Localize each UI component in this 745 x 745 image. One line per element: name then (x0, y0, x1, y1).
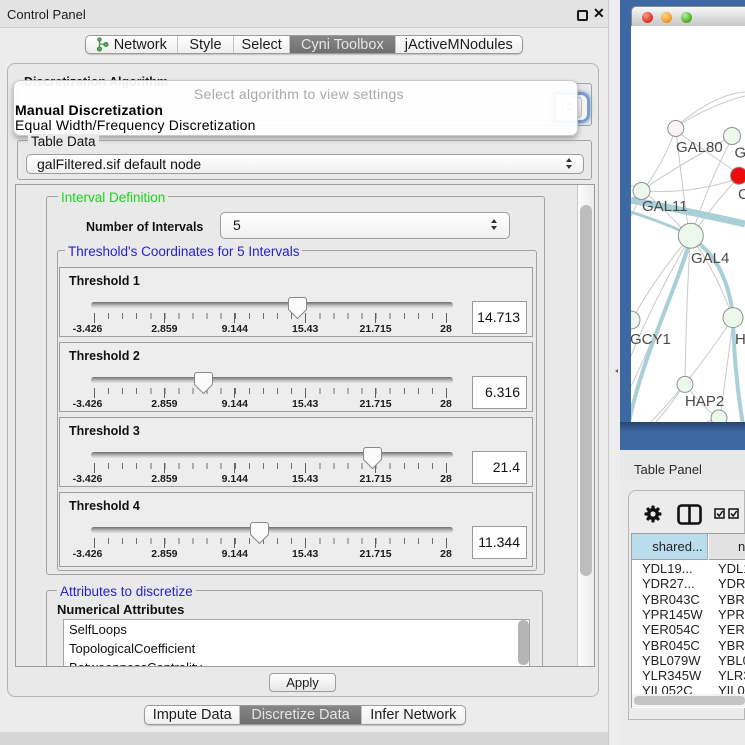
svg-text:GAL4: GAL4 (691, 250, 729, 267)
svg-text:GA: GA (735, 145, 745, 162)
svg-text:GAL80: GAL80 (676, 139, 723, 156)
svg-text:HAP2: HAP2 (685, 393, 724, 410)
svg-text:C: C (738, 186, 745, 203)
svg-text:H: H (735, 331, 745, 348)
svg-text:GAL11: GAL11 (642, 198, 688, 215)
svg-text:GCY1: GCY1 (631, 331, 671, 348)
